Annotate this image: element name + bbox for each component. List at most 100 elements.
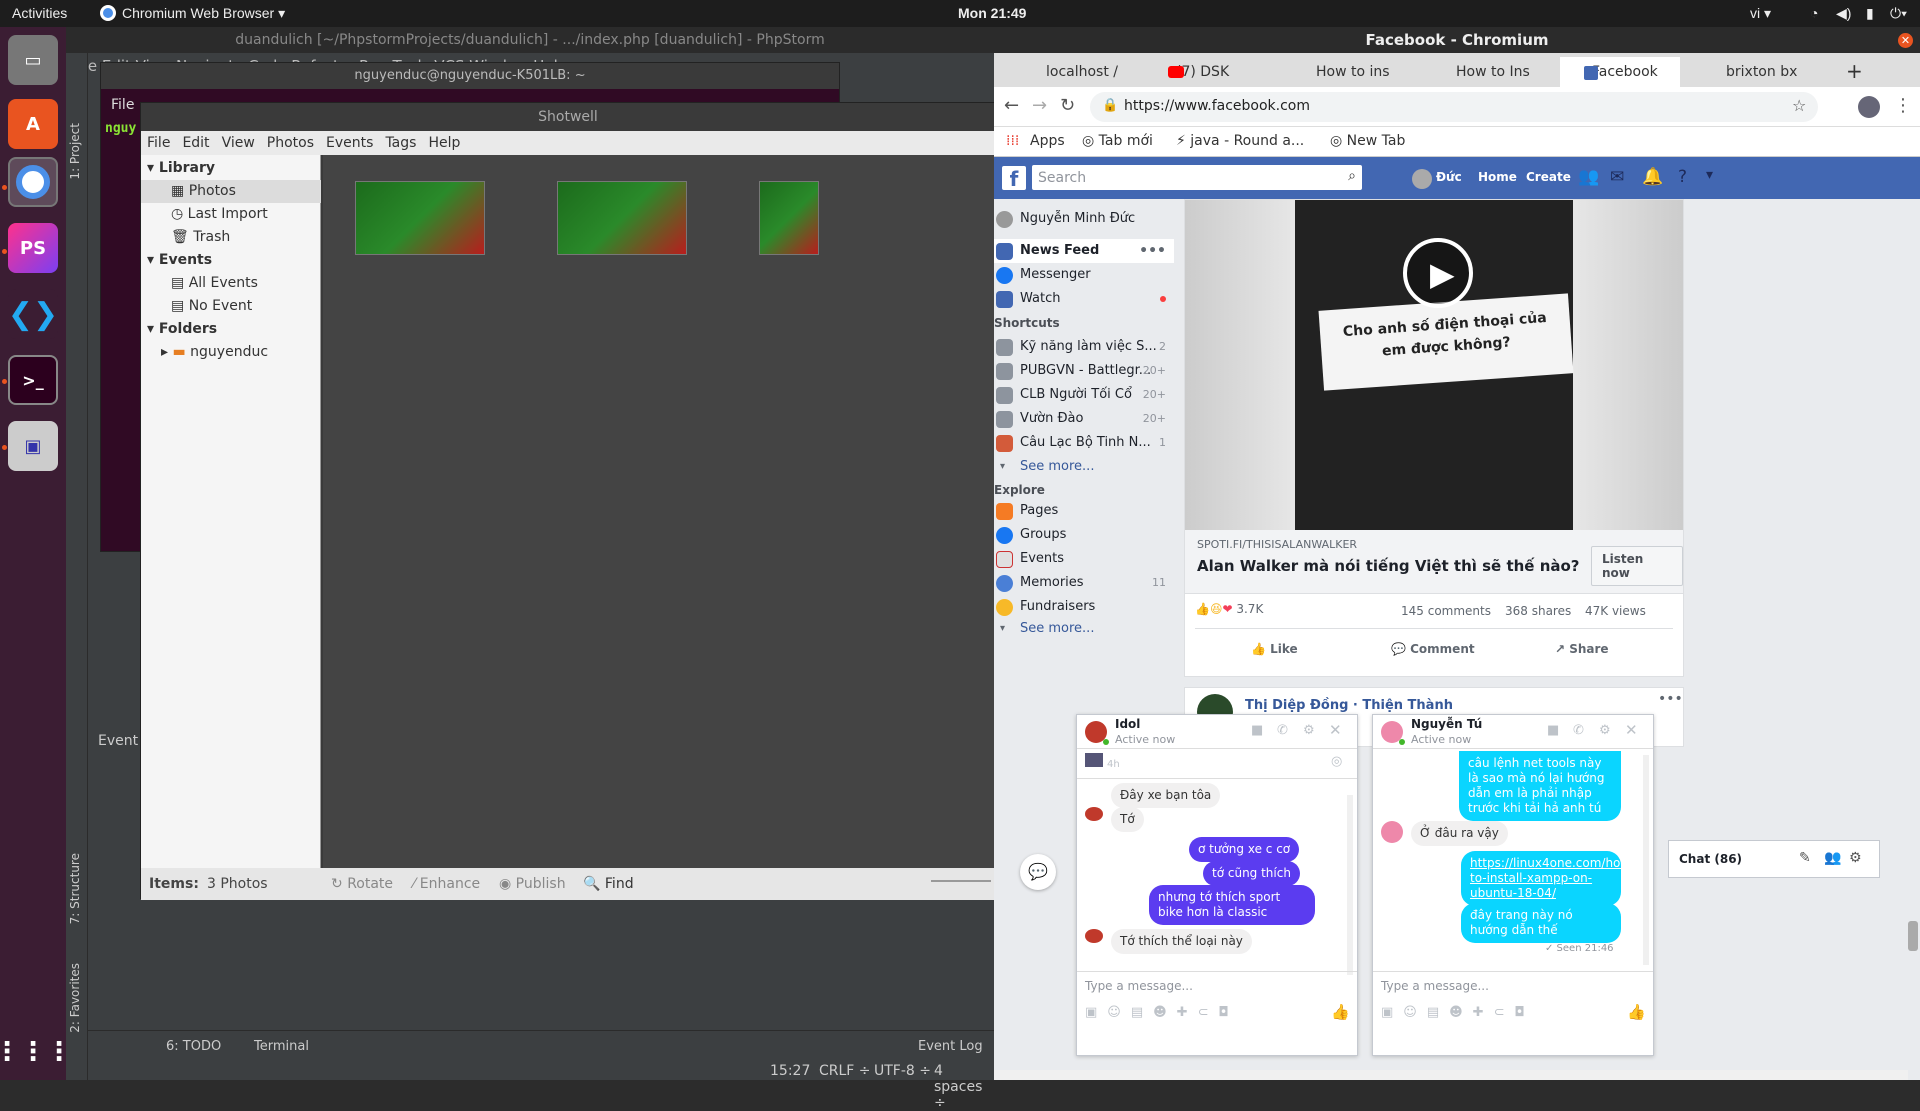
clock[interactable]: Mon 21:49 — [958, 5, 1026, 21]
photo-thumbnail[interactable] — [759, 181, 819, 255]
fb-profile-link[interactable]: Nguyễn Minh Đức — [994, 207, 1174, 231]
shortcut-item[interactable]: Câu Lạc Bộ Tinh N... 1 — [994, 431, 1174, 455]
chat-link-message[interactable]: https://linux4one.com/how-to-install-xam… — [1461, 851, 1635, 906]
play-button[interactable]: ▶ — [1403, 238, 1473, 308]
messenger-icon[interactable]: ✉ — [1610, 167, 1624, 187]
terminal-tab[interactable]: Terminal — [254, 1039, 309, 1054]
more-icon[interactable]: ••• — [1139, 239, 1166, 263]
publish-button[interactable]: ◉ Publish — [499, 876, 566, 892]
fb-search-icon[interactable]: ⌕ — [1348, 168, 1356, 184]
explore-groups[interactable]: Groups — [994, 523, 1174, 547]
video-call-icon[interactable]: ■ — [1251, 723, 1263, 738]
tab-how-to-2[interactable]: How to Ins — [1424, 57, 1534, 87]
chat-attachment-toolbar[interactable]: ▣☺▤☻✚⊂◘ — [1381, 1005, 1535, 1020]
tab-youtube[interactable]: (7) DSK — [1144, 57, 1264, 87]
reaction-summary[interactable]: 👍😆❤ 3.7K — [1195, 602, 1263, 616]
cursor-position[interactable]: 15:27 — [770, 1063, 810, 1079]
folders-header[interactable]: ▾ Folders — [141, 318, 321, 341]
chrome-menu-icon[interactable]: ⋮ — [1894, 95, 1912, 116]
chat-scrollbar[interactable] — [1347, 795, 1353, 975]
shortcut-item[interactable]: Kỹ năng làm việc S... 2 — [994, 335, 1174, 359]
menu-tags[interactable]: Tags — [379, 131, 422, 155]
shortcut-item[interactable]: PUBGVN - Battlegr... 20+ — [994, 359, 1174, 383]
bookmark-apps[interactable]: Apps — [1030, 133, 1065, 149]
phone-icon[interactable]: ✆ — [1277, 723, 1288, 738]
shared-thumbnail[interactable] — [1085, 753, 1103, 767]
bookmark-java[interactable]: ⚡ java - Round a... — [1176, 133, 1304, 149]
fb-search-input[interactable]: Search ⌕ — [1032, 165, 1362, 190]
help-icon[interactable]: ? — [1678, 167, 1687, 187]
menu-edit[interactable]: Edit — [176, 131, 215, 155]
explore-fundraisers[interactable]: Fundraisers — [994, 595, 1174, 619]
phpstorm-icon[interactable]: PS — [8, 223, 58, 273]
link-preview[interactable]: SPOTI.FI/THISISALANWALKER Alan Walker mà… — [1185, 530, 1683, 594]
fb-watch[interactable]: Watch — [994, 287, 1174, 311]
tab-facebook[interactable]: Facebook — [1560, 57, 1680, 87]
new-tab-icon[interactable]: + — [1846, 59, 1863, 83]
app-menu[interactable]: Chromium Web Browser ▾ — [122, 5, 285, 22]
explore-memories[interactable]: Memories 11 — [994, 571, 1174, 595]
see-more-explore[interactable]: ▾ See more... — [994, 617, 1174, 641]
power-menu-icon[interactable]: ⏻▾ — [1890, 5, 1907, 22]
shotwell-icon[interactable]: ▣ — [8, 421, 58, 471]
vscode-icon[interactable]: ❮❯ — [8, 289, 58, 339]
chat-header[interactable]: Idol Active now ■ ✆ ⚙ ✕ — [1077, 715, 1357, 749]
bookmark-tab-moi[interactable]: ◎ Tab mới — [1082, 133, 1153, 149]
video-call-icon[interactable]: ■ — [1547, 723, 1559, 738]
library-last-import[interactable]: ◷ Last Import — [141, 203, 321, 226]
library-header[interactable]: ▾ Library — [141, 157, 321, 180]
new-message-icon[interactable]: 💬 — [1020, 854, 1056, 890]
photo-thumbnail[interactable] — [355, 181, 485, 255]
notifications-icon[interactable]: 🔔 — [1642, 167, 1663, 187]
fb-home-link[interactable]: Home — [1478, 170, 1517, 184]
enhance-button[interactable]: ⁄ Enhance — [413, 876, 480, 892]
chat-input[interactable]: Type a message... — [1085, 979, 1193, 993]
share-button[interactable]: ↗ Share — [1555, 642, 1609, 656]
tab-localhost[interactable]: localhost / — [1014, 57, 1134, 87]
fb-create-link[interactable]: Create — [1526, 170, 1571, 184]
input-language[interactable]: vi ▾ — [1750, 5, 1771, 22]
tab-how-to-1[interactable]: How to ins — [1284, 57, 1394, 87]
chat-settings-icon[interactable]: ⚙ — [1849, 850, 1862, 866]
files-icon[interactable]: ▭ — [8, 35, 58, 85]
no-event[interactable]: ▤ No Event — [141, 295, 321, 318]
post-options-icon[interactable]: ••• — [1658, 691, 1683, 707]
menu-file[interactable]: File — [141, 131, 176, 155]
tab-brixton[interactable]: brixton bx — [1694, 57, 1814, 87]
profile-avatar[interactable] — [1858, 96, 1880, 118]
chat-options-icon[interactable]: ⚙ — [1303, 723, 1315, 738]
chat-header[interactable]: Nguyễn Tú Active now ■ ✆ ⚙ ✕ — [1373, 715, 1653, 749]
friend-requests-icon[interactable]: 👥 — [1578, 167, 1599, 187]
reload-icon[interactable]: ↻ — [1060, 95, 1075, 116]
folder-nguyenduc[interactable]: ▸ ▬ nguyenduc — [141, 341, 321, 364]
fb-user-avatar[interactable] — [1412, 169, 1432, 189]
indent[interactable]: 4 spaces ÷ — [934, 1063, 994, 1111]
all-events[interactable]: ▤ All Events — [141, 272, 321, 295]
zoom-slider[interactable] — [931, 880, 991, 882]
close-chat-icon[interactable]: ✕ — [1329, 721, 1342, 739]
thumbs-up-icon[interactable]: 👍 — [1331, 1003, 1350, 1021]
comments-count[interactable]: 145 comments — [1401, 604, 1491, 618]
account-menu-icon[interactable]: ▾ — [1706, 167, 1713, 183]
listen-now-button[interactable]: Listen now — [1591, 546, 1683, 586]
shortcut-item[interactable]: Vườn Đào 20+ — [994, 407, 1174, 431]
terminal-menu-file[interactable]: File — [111, 97, 134, 113]
fb-user-link[interactable]: Đức — [1436, 170, 1462, 184]
chat-input[interactable]: Type a message... — [1381, 979, 1489, 993]
page-scrollbar[interactable] — [1908, 921, 1918, 951]
wifi-icon[interactable]: ◔ — [1810, 5, 1818, 21]
horizontal-scrollbar[interactable] — [994, 1070, 1908, 1080]
group-chat-icon[interactable]: 👥 — [1824, 850, 1841, 866]
fb-news-feed[interactable]: News Feed ••• — [994, 239, 1174, 263]
battery-icon[interactable]: ▮ — [1866, 5, 1874, 22]
rotate-button[interactable]: ↻ Rotate — [331, 876, 393, 892]
compose-icon[interactable]: ✎ — [1799, 850, 1811, 866]
todo-tab[interactable]: 6: TODO — [166, 1039, 221, 1054]
address-bar[interactable]: 🔒 https://www.facebook.com ☆ — [1090, 92, 1818, 122]
bookmark-star-icon[interactable]: ☆ — [1792, 96, 1806, 115]
menu-photos[interactable]: Photos — [261, 131, 320, 155]
back-icon[interactable]: ← — [1004, 95, 1019, 116]
find-button[interactable]: 🔍 Find — [583, 876, 634, 892]
menu-events[interactable]: Events — [320, 131, 379, 155]
video-player[interactable]: Cho anh số điện thoại của em được không?… — [1185, 200, 1683, 530]
